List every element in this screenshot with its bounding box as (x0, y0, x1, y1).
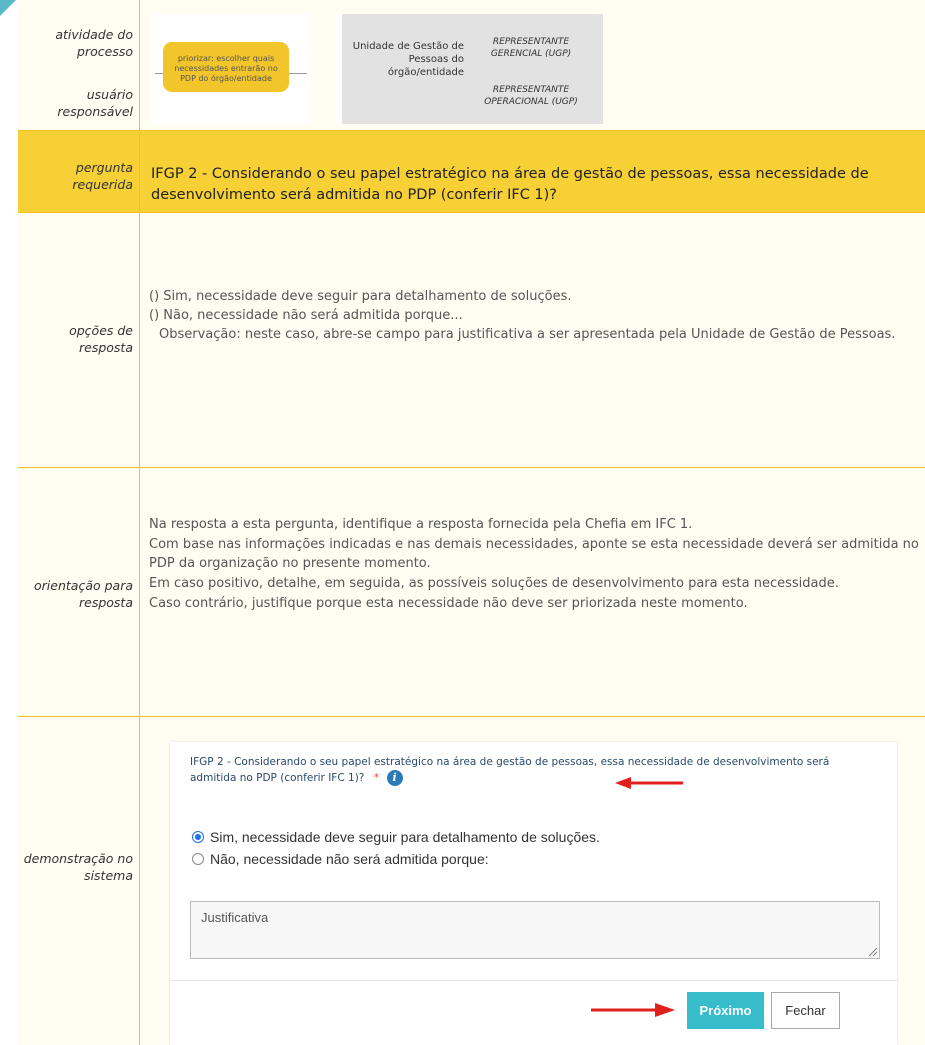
separator (336, 14, 342, 124)
orientation-content: Na resposta a esta pergunta, identifique… (141, 468, 925, 716)
justification-textarea[interactable]: Justificativa (190, 901, 880, 959)
orientation-p2: Com base nas informações indicadas e nas… (149, 536, 919, 572)
next-button[interactable]: Próximo (687, 992, 764, 1029)
label-demonstracao: demonstração no sistema (18, 717, 140, 1045)
rep-gerencial: REPRESENTANTE GERENCIAL (UGP) (490, 37, 572, 59)
demo-question-text: IFGP 2 - Considerando o seu papel estrat… (190, 756, 830, 784)
option-yes: () Sim, necessidade deve seguir para det… (149, 289, 572, 304)
responsible-diagram: Unidade de Gestão de Pessoas do órgão/en… (336, 14, 603, 124)
close-button[interactable]: Fechar (771, 992, 840, 1029)
arrow-right-icon (591, 1003, 675, 1017)
row-demonstracao: demonstração no sistema IFGP 2 - Conside… (18, 717, 925, 1045)
textarea-placeholder: Justificativa (201, 910, 269, 925)
radio-yes[interactable] (192, 831, 204, 843)
system-demo-card: IFGP 2 - Considerando o seu papel estrat… (170, 742, 897, 1045)
activity-box: priorizar: escolher quais necessidades e… (163, 42, 289, 92)
label-orientacao: orientação para resposta (18, 468, 140, 716)
label-atividade: atividade do processo (55, 27, 133, 59)
row-pergunta: pergunta requerida IFGP 2 - Considerando… (18, 131, 925, 213)
activity-diagram: priorizar: escolher quais necessidades e… (151, 14, 311, 124)
rep-operacional: REPRESENTANTE OPERACIONAL (UGP) (484, 85, 578, 107)
label-pergunta: pergunta requerida (18, 131, 140, 212)
orientation-p4: Caso contrário, justifique porque esta n… (149, 595, 748, 611)
card-divider (170, 980, 897, 981)
option-observation: Observação: neste caso, abre-se campo pa… (159, 327, 896, 342)
process-content: priorizar: escolher quais necessidades e… (141, 0, 925, 130)
question-text: IFGP 2 - Considerando o seu papel estrat… (151, 166, 869, 203)
radio-no[interactable] (192, 853, 204, 865)
info-icon[interactable]: i (386, 770, 403, 786)
required-mark: * (373, 771, 380, 784)
row-opcoes: opções de resposta () Sim, necessidade d… (18, 213, 925, 468)
label-opcoes: opções de resposta (18, 213, 140, 467)
option-no: () Não, necessidade não será admitida po… (149, 308, 463, 323)
label-usuario: usuário responsável (57, 87, 133, 119)
options-list: () Sim, necessidade deve seguir para det… (149, 287, 925, 344)
row-atividade: atividade do processo usuário responsáve… (18, 0, 925, 131)
radio-no-label: Não, necessidade não será admitida porqu… (210, 851, 489, 867)
orientation-text: Na resposta a esta pergunta, identifique… (149, 515, 925, 614)
row-orientacao: orientação para resposta Na resposta a e… (18, 468, 925, 717)
label-column: atividade do processo usuário responsáve… (18, 0, 140, 130)
question-content: IFGP 2 - Considerando o seu papel estrat… (141, 131, 925, 212)
options-content: () Sim, necessidade deve seguir para det… (141, 213, 925, 467)
arrow-left-icon (615, 777, 683, 789)
resize-handle[interactable] (869, 948, 877, 956)
orientation-p3: Em caso positivo, detalhe, em seguida, a… (149, 576, 839, 592)
demo-question: IFGP 2 - Considerando o seu papel estrat… (190, 754, 830, 786)
orientation-p1: Na resposta a esta pergunta, identifique… (149, 517, 693, 532)
unit-label: Unidade de Gestão de Pessoas do órgão/en… (352, 41, 464, 78)
demo-content: IFGP 2 - Considerando o seu papel estrat… (141, 717, 925, 1045)
corner-decoration (0, 0, 16, 16)
radio-yes-row[interactable]: Sim, necessidade deve seguir para detalh… (192, 829, 600, 845)
radio-yes-label: Sim, necessidade deve seguir para detalh… (210, 829, 600, 845)
radio-no-row[interactable]: Não, necessidade não será admitida porqu… (192, 851, 489, 867)
